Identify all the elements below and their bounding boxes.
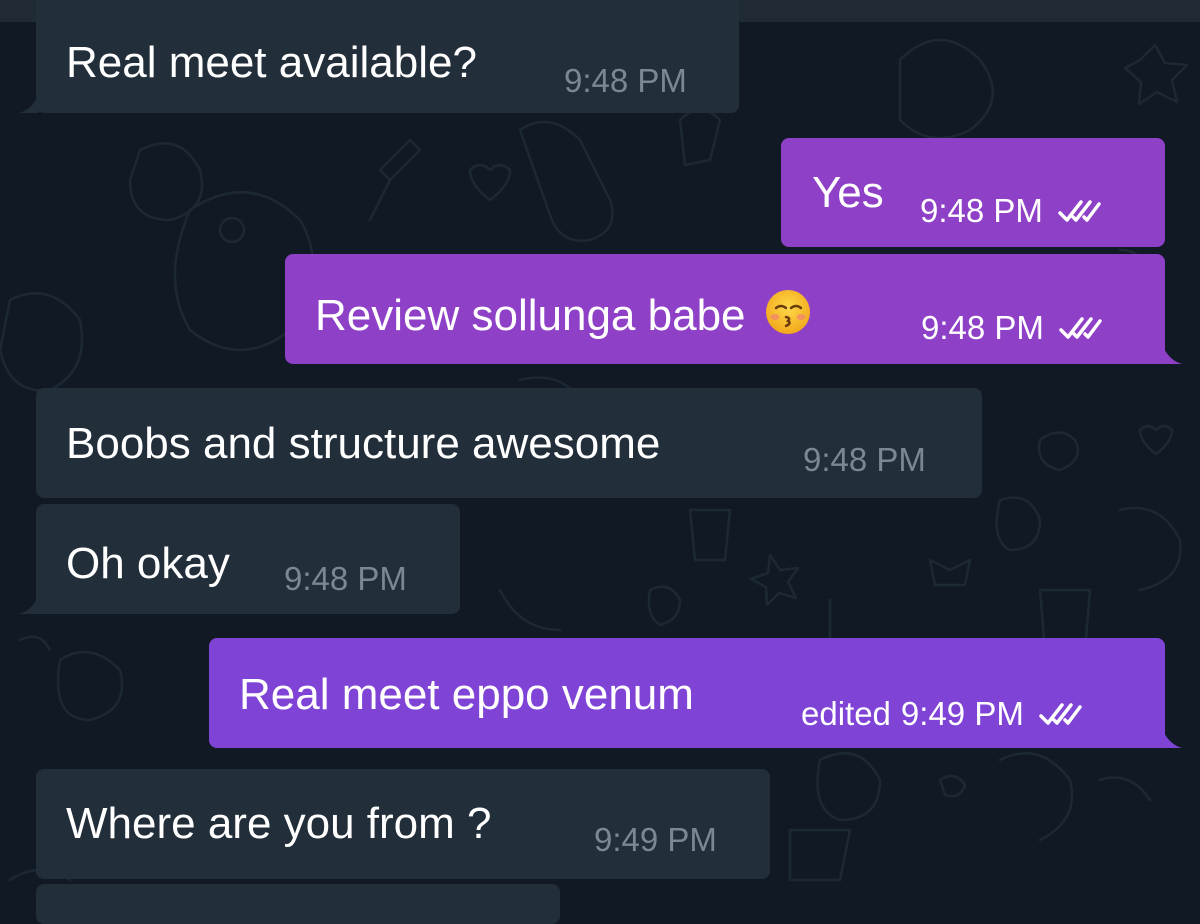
double-check-icon [1059,317,1102,339]
message-meta: 9:48 PM [920,193,1101,229]
message-text: Real meet eppo venum [239,670,694,719]
message-time-label: 9:49 PM [594,821,717,858]
bubble-tail [1162,728,1182,748]
message-outgoing[interactable]: Review sollunga babe 9:48 PM [285,254,1182,364]
double-check-icon [1058,200,1101,222]
message-outgoing[interactable]: Real meet eppo venum edited 9:49 PM [209,638,1182,748]
message-time-label: 9:48 PM [803,441,926,478]
message-time: 9:48 PM [564,63,687,99]
message-incoming-partial[interactable] [36,884,560,924]
message-text: Boobs and structure awesome [66,419,661,468]
message-incoming[interactable]: Oh okay 9:48 PM [19,504,460,614]
message-outgoing[interactable]: Yes 9:48 PM [781,138,1165,247]
message-meta: 9:48 PM [921,310,1102,346]
message-time-label: 9:48 PM [921,309,1044,346]
message-time-label: 9:48 PM [564,62,687,99]
bubble-tail [19,594,39,614]
message-incoming[interactable]: Where are you from ? 9:49 PM [36,769,770,879]
edited-label: edited [801,695,891,732]
message-time-label: 9:49 PM [900,695,1024,732]
message-time: 9:48 PM [803,442,926,478]
message-time: 9:48 PM [284,561,407,597]
message-time: 9:49 PM [594,822,717,858]
message-text: Where are you from ? [66,799,492,848]
bubble-tail [1162,344,1182,364]
message-text: Real meet available? [66,38,477,87]
message-time-label: 9:48 PM [920,192,1043,229]
message-text: Review sollunga babe [315,291,746,340]
message-meta: edited 9:49 PM [801,696,1082,732]
message-text-line: Review sollunga babe [315,288,812,341]
double-check-icon [1039,703,1082,725]
message-text: Yes [812,168,884,217]
message-incoming[interactable]: Real meet available? 9:48 PM [19,0,739,113]
message-text: Oh okay [66,539,230,588]
message-incoming[interactable]: Boobs and structure awesome 9:48 PM [36,388,982,498]
bubble-tail [19,93,39,113]
message-time-label: 9:48 PM [284,560,407,597]
kissing-face-with-closed-eyes-icon [765,290,810,334]
